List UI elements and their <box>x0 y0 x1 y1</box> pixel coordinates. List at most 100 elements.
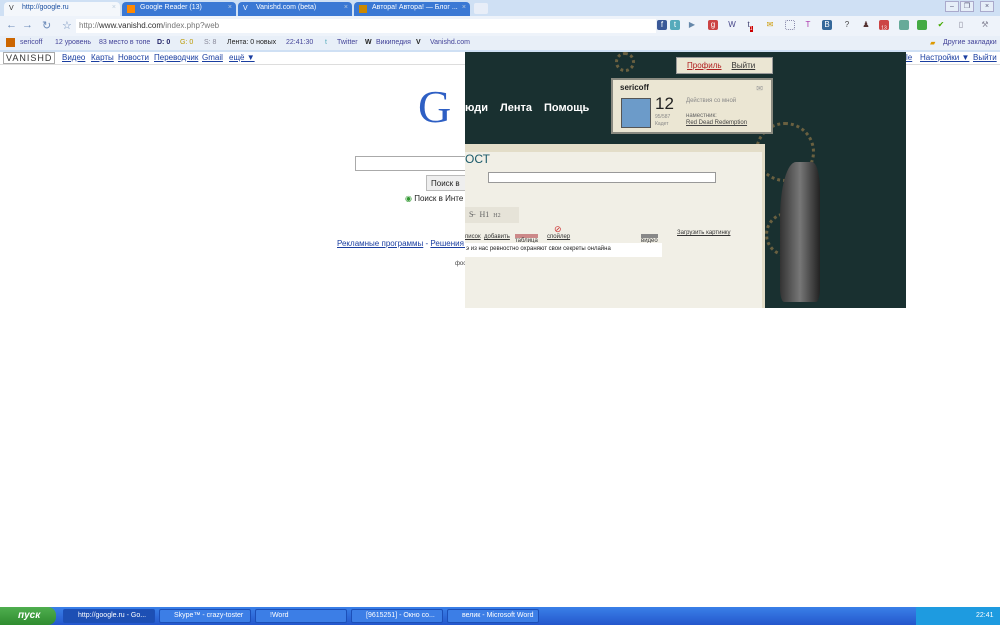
gbar-logout[interactable]: Выйти <box>973 53 997 62</box>
folder-icon: ▰ <box>930 40 936 47</box>
avatar-icon[interactable]: ♟ <box>861 20 871 30</box>
url-prefix: http:// <box>79 21 100 30</box>
nav-people[interactable]: юди <box>465 102 488 114</box>
bookmark-feed[interactable]: Лента: 0 новых <box>227 39 276 46</box>
h2-button[interactable]: H2 <box>493 213 500 219</box>
star-icon[interactable]: ☆ <box>62 19 72 32</box>
vkontakte-icon[interactable]: B <box>822 20 832 30</box>
facebook-icon[interactable]: f <box>657 20 667 30</box>
sword-decoration <box>780 162 820 302</box>
tab-vanishd[interactable]: V Vanishd.com (beta) × <box>238 2 352 16</box>
avatar[interactable] <box>621 98 651 128</box>
taskbar-item-folder[interactable]: !Word <box>255 609 347 623</box>
vanishd-logo: VANISHD <box>3 52 56 64</box>
taskbar-item-skype[interactable]: Skype™ - crazy-toster <box>159 609 251 623</box>
twitter-icon[interactable]: t <box>670 20 680 30</box>
dots-icon[interactable] <box>785 20 795 30</box>
message-icon[interactable]: ✉ <box>756 84 763 93</box>
gbar-more[interactable]: ещё ▼ <box>229 53 255 62</box>
extension-icon[interactable] <box>899 20 909 30</box>
user-rank: Кадет <box>655 121 669 127</box>
clock[interactable]: 22:41 <box>976 612 994 619</box>
bookmark-g[interactable]: G: 0 <box>180 39 193 46</box>
play-icon[interactable]: ▶ <box>687 20 697 30</box>
tab-title: Vanishd.com (beta) <box>256 4 317 11</box>
bookmark-user[interactable]: sericoff <box>20 39 42 46</box>
taskbar-label: Skype™ - crazy-toster <box>174 612 244 619</box>
post-textarea[interactable]: э из нас ревностно охраняют свои секреты… <box>465 243 662 257</box>
vanishd-favicon-icon: V <box>243 5 248 12</box>
close-icon[interactable]: × <box>344 4 348 11</box>
t-icon[interactable]: T <box>803 20 813 30</box>
address-bar[interactable]: http://www.vanishd.com/index.php?web <box>76 19 656 33</box>
ads-link[interactable]: Рекламные программы <box>337 239 423 248</box>
google-plus-icon[interactable]: g <box>708 20 718 30</box>
bookmark-level[interactable]: 12 уровень <box>55 39 91 46</box>
close-window-button[interactable]: × <box>980 1 994 12</box>
tab-title: Автора! Автора! — Блог ... <box>372 4 458 11</box>
url-path: /index.php?web <box>163 21 220 30</box>
reload-button[interactable]: ↻ <box>42 19 51 32</box>
h1-button[interactable]: H1 <box>479 210 489 219</box>
url-domain: www.vanishd.com <box>99 21 164 30</box>
bookmark-vanishd[interactable]: Vanishd.com <box>430 39 470 46</box>
taskbar-item-word[interactable]: велик - Microsoft Word <box>447 609 539 623</box>
gbar-news[interactable]: Новости <box>118 53 149 62</box>
bookmark-place[interactable]: 83 место в топе <box>99 39 150 46</box>
gbar-maps[interactable]: Карты <box>91 53 114 62</box>
check-icon[interactable]: ✔ <box>936 20 946 30</box>
tab-google[interactable]: Vhttp://google.ru × <box>4 2 120 16</box>
close-icon[interactable]: × <box>228 4 232 11</box>
tab-blog[interactable]: Автора! Автора! — Блог ... × <box>354 2 470 16</box>
bookmark-d[interactable]: D: 0 <box>157 39 170 46</box>
bookmark-s[interactable]: S: 8 <box>204 39 216 46</box>
forward-button[interactable]: → <box>22 19 33 31</box>
wrench-menu-icon[interactable]: ⚒ <box>980 20 990 30</box>
list-button[interactable]: писок <box>465 234 481 240</box>
gbar-gmail[interactable]: Gmail <box>202 53 223 62</box>
title-input[interactable] <box>488 172 716 183</box>
google-search-input[interactable] <box>355 156 475 171</box>
profile-link[interactable]: Профиль <box>687 61 722 70</box>
gbar-video[interactable]: Видео <box>62 53 85 62</box>
other-bookmarks[interactable]: Другие закладки <box>943 39 997 46</box>
taskbar-item-chrome[interactable]: http://google.ru - Go... <box>63 609 155 623</box>
tumblr-icon[interactable]: t1 <box>745 20 755 32</box>
new-tab-button[interactable] <box>474 3 488 14</box>
bookmark-wikipedia[interactable]: Википедия <box>376 39 411 46</box>
taskbar-item-window[interactable]: [9615251] - Окно со... <box>351 609 443 623</box>
gbar-link[interactable]: le <box>906 53 912 62</box>
mentor-link[interactable]: Red Dead Redemption <box>686 120 747 126</box>
user-xp: 95/587 <box>655 114 671 120</box>
help-icon[interactable]: ? <box>842 20 852 30</box>
vanishd-icon <box>6 38 15 47</box>
add-button[interactable]: добавить <box>484 234 510 240</box>
nav-help[interactable]: Помощь <box>544 102 589 114</box>
upload-image-link[interactable]: Загрузить картинку <box>677 230 730 236</box>
start-button[interactable]: пуск <box>0 607 56 625</box>
w-icon[interactable]: W <box>727 20 737 30</box>
close-icon[interactable]: × <box>462 4 466 11</box>
rss-icon <box>127 5 135 13</box>
google-apps-icon[interactable] <box>917 20 927 30</box>
blog-favicon-icon <box>359 5 367 13</box>
bookmark-twitter[interactable]: Twitter <box>337 39 358 46</box>
tab-google-reader[interactable]: Google Reader (13) × <box>122 2 236 16</box>
minimize-button[interactable]: – <box>945 1 959 12</box>
close-icon[interactable]: × <box>112 4 116 11</box>
nav-feed[interactable]: Лента <box>500 102 532 114</box>
back-button[interactable]: ← <box>6 19 17 31</box>
actions-menu[interactable]: Действия со мной <box>686 98 736 104</box>
logout-link[interactable]: Выйти <box>732 61 756 70</box>
rss-icon[interactable]: 13 <box>879 20 889 32</box>
strike-icon[interactable]: S̶ <box>469 210 473 219</box>
mail-icon[interactable]: ✉ <box>765 20 775 30</box>
tab-strip: Vhttp://google.ru × Google Reader (13) × V… <box>0 0 1000 16</box>
username: sericoff <box>620 83 649 92</box>
page-menu-icon[interactable]: ▯ <box>956 20 966 30</box>
bookmark-time[interactable]: 22:41:30 <box>286 39 313 46</box>
gbar-settings[interactable]: Настройки ▼ <box>920 53 969 62</box>
gbar-translate[interactable]: Переводчик <box>154 53 198 62</box>
search-web-radio[interactable]: ◉ Поиск в Инте <box>405 194 463 203</box>
restore-button[interactable]: ❐ <box>960 1 974 12</box>
